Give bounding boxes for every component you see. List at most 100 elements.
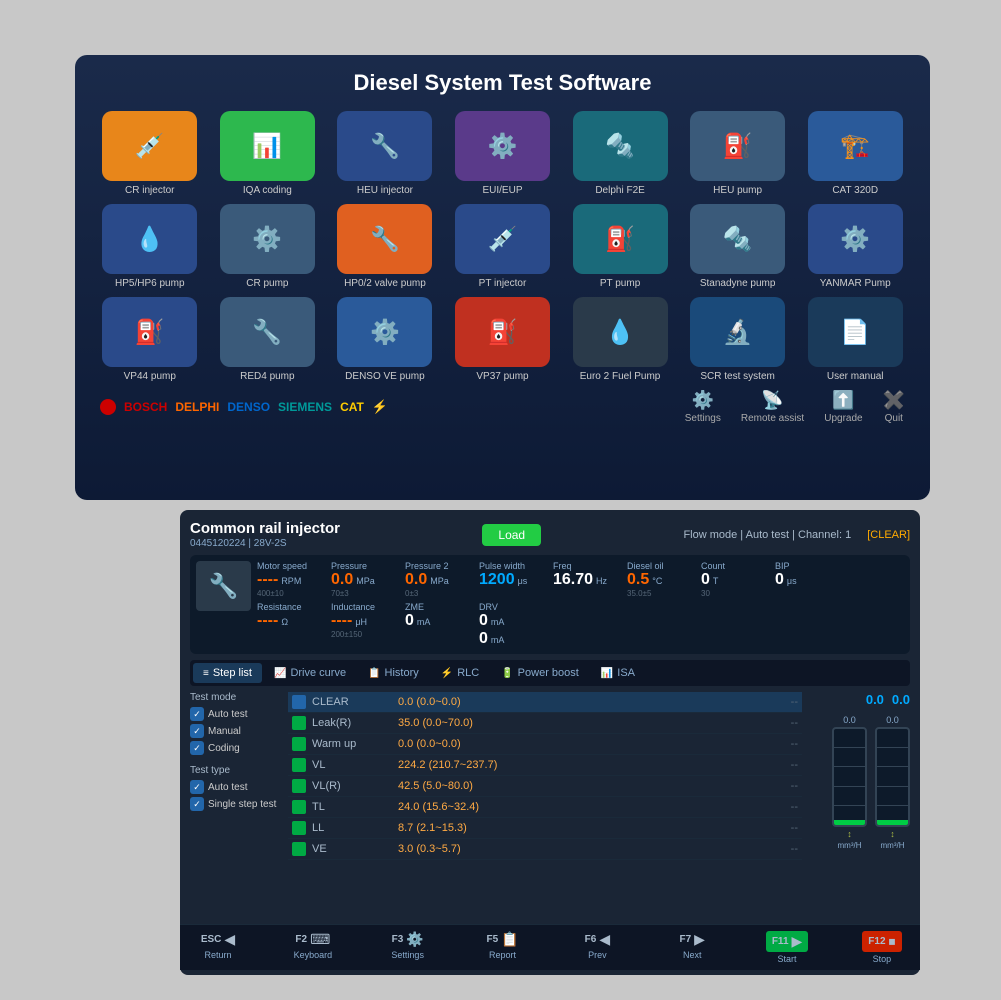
icon-item-hp5-hp6-pump[interactable]: 💧 HP5/HP6 pump — [95, 204, 205, 289]
step-row-4[interactable]: VL(R) 42.5 (5.0~80.0) -- — [288, 776, 802, 797]
icon-item-stanadyne-pump[interactable]: 🔩 Stanadyne pump — [683, 204, 793, 289]
icon-item-red4-pump[interactable]: 🔧 RED4 pump — [213, 297, 323, 382]
icon-item-heu-injector[interactable]: 🔧 HEU injector — [330, 111, 440, 196]
icon-item-vp37-pump[interactable]: ⛽ VP37 pump — [448, 297, 558, 382]
step-value: 24.0 (15.6~32.4) — [398, 801, 762, 813]
siemens-label: SIEMENS — [278, 400, 332, 414]
cylinder-right — [875, 727, 910, 827]
icon-item-pt-injector[interactable]: 💉 PT injector — [448, 204, 558, 289]
action-icon: ⚙️ — [692, 390, 714, 411]
icon-item-euro-2-fuel-pump[interactable]: 💧 Euro 2 Fuel Pump — [565, 297, 675, 382]
action-settings[interactable]: ⚙️ Settings — [685, 390, 721, 424]
icon-item-cr-injector[interactable]: 💉 CR injector — [95, 111, 205, 196]
coding-check[interactable]: ✓ Coding — [190, 741, 280, 755]
icon-item-iqa-coding[interactable]: 📊 IQA coding — [213, 111, 323, 196]
icon-item-vp44-pump[interactable]: ⛽ VP44 pump — [95, 297, 205, 382]
icon-item-cat-320d[interactable]: 🏗️ CAT 320D — [800, 111, 910, 196]
drv-metric: DRV 0 mA 0 mA — [479, 602, 549, 648]
cylinder-left — [832, 727, 867, 827]
tab-label: RLC — [457, 667, 479, 679]
func-key-f11[interactable]: F11 ▶ Start — [757, 931, 817, 964]
icon-item-scr-test-system[interactable]: 🔬 SCR test system — [683, 297, 793, 382]
step-extra: -- — [768, 801, 798, 813]
tab-label: History — [385, 667, 419, 679]
tab-history[interactable]: 📋History — [358, 663, 429, 683]
step-row-3[interactable]: VL 224.2 (210.7~237.7) -- — [288, 755, 802, 776]
step-extra: -- — [768, 759, 798, 771]
func-key-f2[interactable]: F2 ⌨ Keyboard — [283, 931, 343, 964]
tab-drive-curve[interactable]: 📈Drive curve — [264, 663, 356, 683]
func-key-f12[interactable]: F12 ⏹ Stop — [852, 931, 912, 964]
func-key-top: F12 ⏹ — [862, 931, 901, 952]
bosch-icon — [100, 399, 116, 415]
icon-item-cr-pump[interactable]: ⚙️ CR pump — [213, 204, 323, 289]
step-row-0[interactable]: CLEAR 0.0 (0.0~0.0) -- — [288, 692, 802, 713]
step-row-1[interactable]: Leak(R) 35.0 (0.0~70.0) -- — [288, 713, 802, 734]
icon-box: 🔧 — [220, 297, 315, 367]
pressure-metric: Pressure 0.0 MPa 70±3 — [331, 561, 401, 598]
icon-item-eui-eup[interactable]: ⚙️ EUI/EUP — [448, 111, 558, 196]
denso-label: DENSO — [227, 400, 270, 414]
load-button[interactable]: Load — [482, 524, 541, 546]
icon-item-yanmar-pump[interactable]: ⚙️ YANMAR Pump — [800, 204, 910, 289]
pulse-width-metric: Pulse width 1200 μs — [479, 561, 549, 598]
step-checkbox — [292, 737, 306, 751]
step-name: CLEAR — [312, 696, 392, 708]
tab-step-list[interactable]: ≡Step list — [193, 663, 262, 683]
step-checkbox — [292, 716, 306, 730]
action-quit[interactable]: ✖️ Quit — [883, 390, 905, 424]
tab-isa[interactable]: 📊ISA — [591, 663, 645, 683]
icon-item-denso-ve-pump[interactable]: ⚙️ DENSO VE pump — [330, 297, 440, 382]
cylinder-left-wrap: 0.0 ↕ mm³/H — [832, 715, 867, 850]
icon-item-delphi-f2e[interactable]: 🔩 Delphi F2E — [565, 111, 675, 196]
auto-test-checkbox: ✓ — [190, 707, 204, 721]
func-key-icon: 📋 — [501, 931, 518, 948]
icon-box: ⚙️ — [337, 297, 432, 367]
step-row-6[interactable]: LL 8.7 (2.1~15.3) -- — [288, 818, 802, 839]
func-key-esc[interactable]: ESC ◀ Return — [188, 931, 248, 964]
func-key-f7[interactable]: F7 ▶ Next — [662, 931, 722, 964]
func-key-top: F3 ⚙️ — [392, 931, 424, 948]
clear-button[interactable]: [CLEAR] — [867, 529, 910, 541]
icon-label: Euro 2 Fuel Pump — [580, 371, 661, 382]
top-actions: ⚙️ Settings 📡 Remote assist ⬆️ Upgrade ✖… — [685, 390, 905, 424]
func-key-f6[interactable]: F6 ◀ Prev — [567, 931, 627, 964]
step-row-5[interactable]: TL 24.0 (15.6~32.4) -- — [288, 797, 802, 818]
func-key-icon: ◀ — [224, 931, 235, 948]
single-step-checkbox: ✓ — [190, 797, 204, 811]
action-label: Upgrade — [824, 413, 862, 424]
action-icon: ✖️ — [883, 390, 905, 411]
step-row-7[interactable]: VE 3.0 (0.3~5.7) -- — [288, 839, 802, 860]
icon-label: RED4 pump — [240, 371, 294, 382]
icon-box: ⛽ — [102, 297, 197, 367]
motor-speed-metric: Motor speed ---- RPM 400±10 — [257, 561, 327, 598]
single-step-check[interactable]: ✓ Single step test — [190, 797, 280, 811]
icon-item-user-manual[interactable]: 📄 User manual — [800, 297, 910, 382]
icon-item-heu-pump[interactable]: ⛽ HEU pump — [683, 111, 793, 196]
diesel-oil-metric: Diesel oil 0.5 °C 35.0±5 — [627, 561, 697, 598]
action-upgrade[interactable]: ⬆️ Upgrade — [824, 390, 862, 424]
action-label: Remote assist — [741, 413, 804, 424]
func-key-f5[interactable]: F5 📋 Report — [473, 931, 533, 964]
metrics-grid: Motor speed ---- RPM 400±10 Pressure 0.0… — [257, 561, 904, 648]
action-remote-assist[interactable]: 📡 Remote assist — [741, 390, 804, 424]
auto-test-check[interactable]: ✓ Auto test — [190, 707, 280, 721]
auto-test-type-check[interactable]: ✓ Auto test — [190, 780, 280, 794]
func-key-f3[interactable]: F3 ⚙️ Settings — [378, 931, 438, 964]
freq-metric: Freq 16.70 Hz — [553, 561, 623, 598]
step-name: Leak(R) — [312, 717, 392, 729]
icon-item-hp0-2-valve-pump[interactable]: 🔧 HP0/2 valve pump — [330, 204, 440, 289]
icon-item-pt-pump[interactable]: ⛽ PT pump — [565, 204, 675, 289]
step-row-2[interactable]: Warm up 0.0 (0.0~0.0) -- — [288, 734, 802, 755]
motor-speed-value: ---- — [257, 571, 278, 589]
tab-power-boost[interactable]: 🔋Power boost — [491, 663, 589, 683]
bottom-header: Common rail injector 0445120224 | 28V-2S… — [190, 520, 910, 549]
icon-box: ⚙️ — [220, 204, 315, 274]
tab-rlc[interactable]: ⚡RLC — [431, 663, 489, 683]
step-checkbox — [292, 695, 306, 709]
func-key-f: F3 — [392, 934, 404, 945]
icon-box: 🔩 — [690, 204, 785, 274]
icon-box: ⚙️ — [455, 111, 550, 181]
manual-check[interactable]: ✓ Manual — [190, 724, 280, 738]
action-label: Quit — [885, 413, 903, 424]
